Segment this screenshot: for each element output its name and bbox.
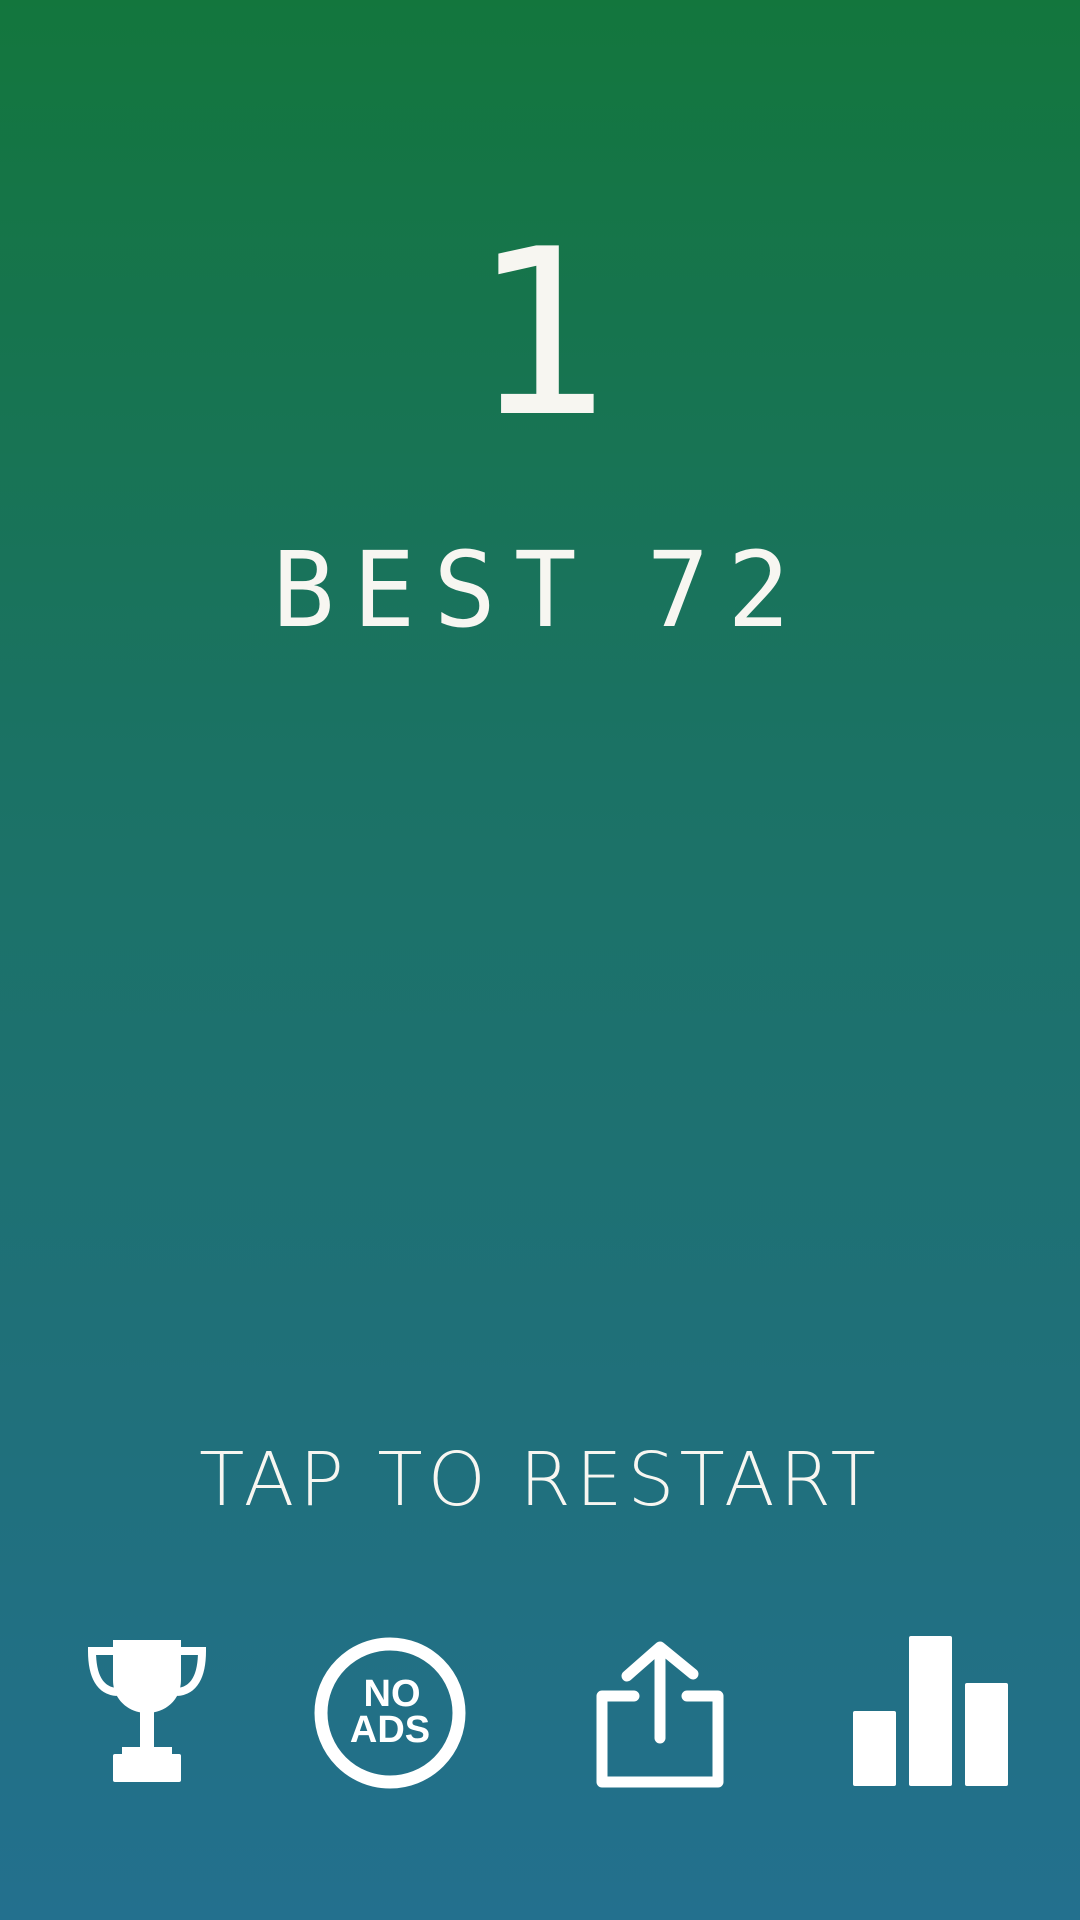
- best-value: 72: [646, 529, 808, 651]
- trophy-icon: [87, 1640, 207, 1782]
- no-ads-button[interactable]: NO ADS: [300, 1628, 480, 1798]
- stats-button[interactable]: [838, 1628, 1018, 1798]
- no-ads-line2: ADS: [350, 1709, 430, 1751]
- bar-chart-icon: [853, 1636, 1008, 1786]
- current-score: 1: [470, 201, 610, 468]
- share-icon: [596, 1641, 724, 1788]
- tap-to-restart[interactable]: TAP TO RESTART: [0, 1435, 1080, 1525]
- no-ads-icon: NO ADS: [314, 1637, 466, 1789]
- best-score: BEST 72: [0, 520, 1080, 660]
- best-label: BEST: [272, 529, 595, 651]
- share-button[interactable]: [570, 1628, 750, 1798]
- leaderboard-button[interactable]: [57, 1628, 237, 1798]
